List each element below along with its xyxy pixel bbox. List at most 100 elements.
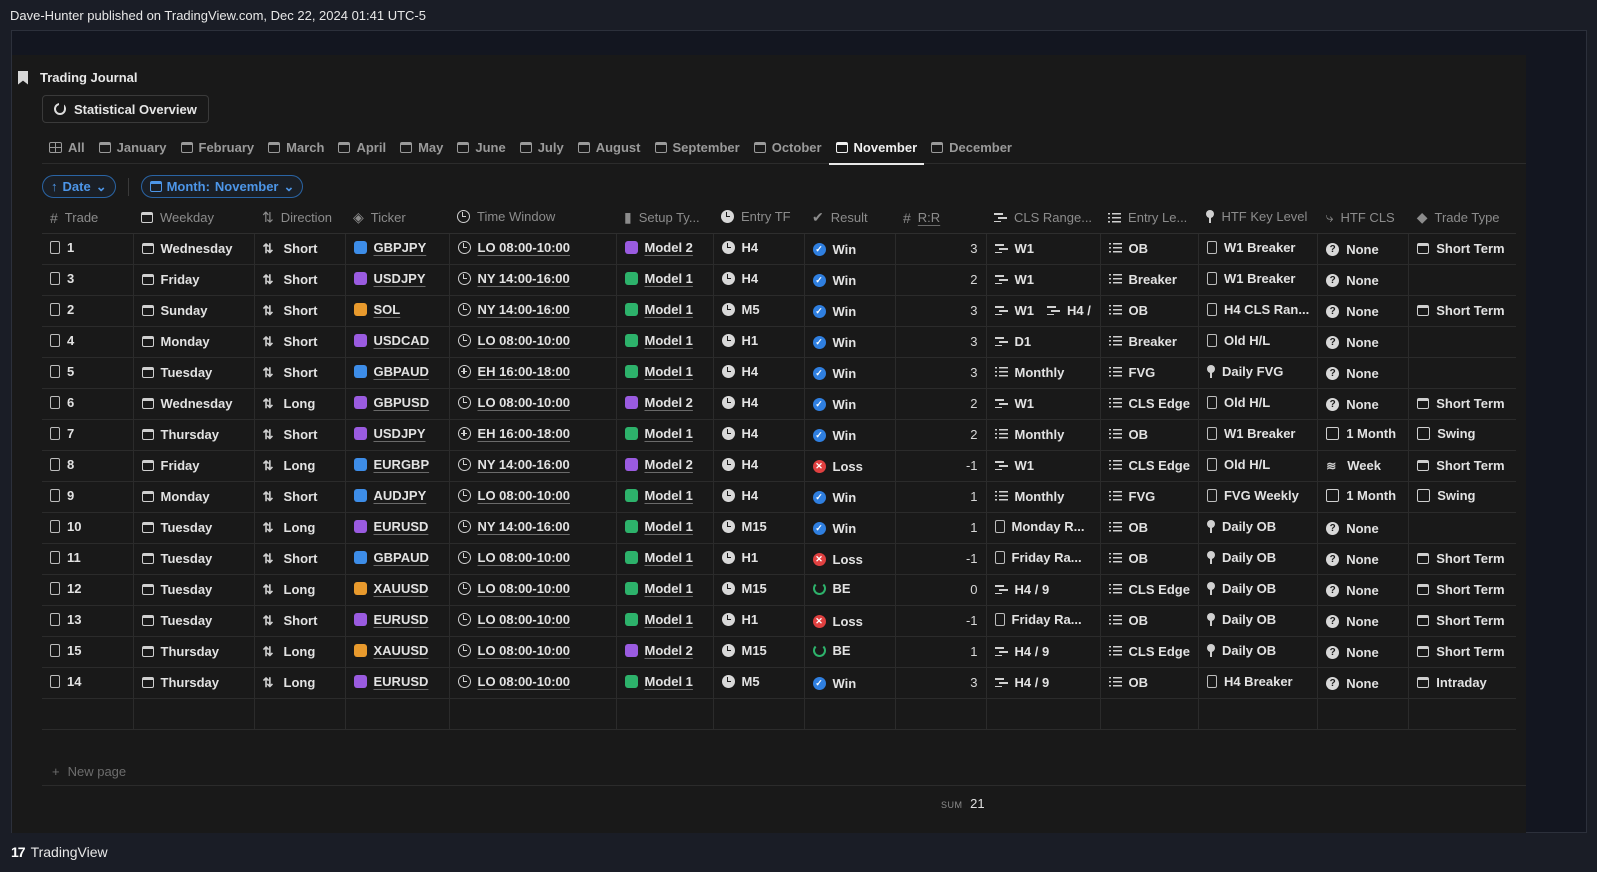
column-header[interactable]: ▮ Setup Ty... bbox=[616, 203, 713, 234]
column-header[interactable]: ⤷ HTF CLS bbox=[1317, 203, 1409, 234]
table-cell[interactable]: ⇅ Long bbox=[254, 388, 346, 420]
table-cell[interactable]: M15 bbox=[713, 636, 805, 668]
table-cell[interactable]: ≋ Week bbox=[1317, 450, 1410, 482]
table-cell[interactable]: ⇅ Long bbox=[254, 667, 346, 699]
table-cell[interactable]: Wednesday bbox=[133, 233, 255, 265]
table-cell[interactable]: H1 bbox=[713, 605, 805, 637]
table-cell[interactable]: Model 2 bbox=[616, 233, 714, 265]
table-cell[interactable]: FVG Weekly bbox=[1198, 481, 1319, 513]
table-cell[interactable]: ✕ Loss bbox=[804, 605, 896, 637]
table-row[interactable]: 5 Tuesday ⇅ Short GBPAUD EH 16:00-18:00 Model … bbox=[42, 357, 1516, 389]
table-cell[interactable] bbox=[1408, 357, 1516, 389]
table-cell[interactable]: Thursday bbox=[133, 419, 255, 451]
table-cell[interactable]: ⇅ Short bbox=[254, 605, 346, 637]
table-cell[interactable]: ? None bbox=[1317, 264, 1410, 296]
table-cell[interactable]: ✓ Win bbox=[804, 357, 896, 389]
table-cell[interactable]: Daily OB bbox=[1198, 543, 1319, 575]
table-cell[interactable]: H4 bbox=[713, 450, 805, 482]
table-cell[interactable]: 5 bbox=[42, 357, 134, 389]
rr-cell[interactable]: 3 bbox=[895, 357, 987, 389]
table-cell[interactable]: Model 1 bbox=[616, 605, 714, 637]
table-cell[interactable]: Model 1 bbox=[616, 295, 714, 327]
tab-november[interactable]: November bbox=[828, 132, 925, 165]
sort-date-chip[interactable]: ↑ Date ⌄ bbox=[42, 175, 116, 198]
table-cell[interactable]: Monday bbox=[133, 481, 255, 513]
month-filter-chip[interactable]: Month: November ⌄ bbox=[140, 175, 304, 198]
table-cell[interactable]: CLS Edge bbox=[1100, 636, 1199, 668]
table-cell[interactable]: LO 08:00-10:00 bbox=[449, 574, 617, 606]
table-cell[interactable]: OB bbox=[1100, 543, 1199, 575]
table-cell[interactable]: Short Term bbox=[1408, 450, 1516, 482]
table-cell[interactable]: NY 14:00-16:00 bbox=[449, 295, 617, 327]
new-page-button[interactable]: + New page bbox=[52, 764, 126, 779]
table-cell[interactable]: 9 bbox=[42, 481, 134, 513]
table-cell[interactable]: M15 bbox=[713, 512, 805, 544]
table-cell[interactable]: Model 1 bbox=[616, 481, 714, 513]
table-row[interactable]: 10 Tuesday ⇅ Long EURUSD NY 14:00-16:00 Model … bbox=[42, 512, 1516, 544]
table-row[interactable]: 9 Monday ⇅ Short AUDJPY LO 08:00-10:00 Model 1… bbox=[42, 481, 1516, 513]
table-cell[interactable]: OB bbox=[1100, 667, 1199, 699]
table-cell[interactable]: Model 1 bbox=[616, 419, 714, 451]
table-row[interactable]: 15 Thursday ⇅ Long XAUUSD LO 08:00-10:00 Model… bbox=[42, 636, 1516, 668]
table-cell[interactable]: ✓ Win bbox=[804, 419, 896, 451]
rr-cell[interactable]: -1 bbox=[895, 543, 987, 575]
table-cell[interactable]: NY 14:00-16:00 bbox=[449, 512, 617, 544]
table-cell[interactable]: EURUSD bbox=[345, 512, 450, 544]
table-row[interactable]: 6 Wednesday ⇅ Long GBPUSD LO 08:00-10:00 Model… bbox=[42, 388, 1516, 420]
tab-june[interactable]: June bbox=[450, 132, 512, 164]
table-cell[interactable]: H4 / 9 bbox=[986, 636, 1101, 668]
table-cell[interactable]: H4 bbox=[713, 419, 805, 451]
table-cell[interactable]: 15 bbox=[42, 636, 134, 668]
table-cell[interactable]: 10 bbox=[42, 512, 134, 544]
table-cell[interactable]: Monday bbox=[133, 326, 255, 358]
table-cell[interactable]: Daily OB bbox=[1198, 605, 1319, 637]
table-cell[interactable]: ? None bbox=[1317, 605, 1410, 637]
table-cell[interactable]: ⇅ Long bbox=[254, 574, 346, 606]
table-cell[interactable]: FVG bbox=[1100, 481, 1199, 513]
table-cell[interactable]: H4 / 9 bbox=[986, 667, 1101, 699]
table-cell[interactable]: H4 bbox=[713, 481, 805, 513]
table-cell[interactable]: EURUSD bbox=[345, 667, 450, 699]
table-cell[interactable]: LO 08:00-10:00 bbox=[449, 233, 617, 265]
table-cell[interactable]: XAUUSD bbox=[345, 636, 450, 668]
table-cell[interactable]: ⇅ Short bbox=[254, 543, 346, 575]
table-cell[interactable]: LO 08:00-10:00 bbox=[449, 636, 617, 668]
table-cell[interactable]: ✓ Win bbox=[804, 264, 896, 296]
rr-cell[interactable]: 3 bbox=[895, 667, 987, 699]
rr-cell[interactable]: 2 bbox=[895, 419, 987, 451]
column-header[interactable]: HTF Key Level bbox=[1198, 203, 1318, 234]
table-cell[interactable]: EH 16:00-18:00 bbox=[449, 419, 617, 451]
table-cell[interactable]: Friday Ra... bbox=[986, 605, 1101, 637]
table-cell[interactable]: Model 2 bbox=[616, 636, 714, 668]
tab-december[interactable]: December bbox=[924, 132, 1019, 164]
table-cell[interactable]: Friday Ra... bbox=[986, 543, 1101, 575]
table-cell[interactable]: W1 bbox=[986, 233, 1101, 265]
table-cell[interactable]: M5 bbox=[713, 667, 805, 699]
table-cell[interactable]: W1 H4 / bbox=[986, 295, 1101, 327]
table-cell[interactable]: ✓ Win bbox=[804, 295, 896, 327]
table-cell[interactable]: Daily FVG bbox=[1198, 357, 1319, 389]
table-cell[interactable]: OB bbox=[1100, 233, 1199, 265]
table-cell[interactable]: Old H/L bbox=[1198, 326, 1319, 358]
rr-cell[interactable]: 3 bbox=[895, 326, 987, 358]
table-cell[interactable]: ? None bbox=[1317, 295, 1410, 327]
column-header[interactable]: ◈ Ticker bbox=[345, 203, 449, 234]
table-row[interactable]: 3 Friday ⇅ Short USDJPY NY 14:00-16:00 Model 1… bbox=[42, 264, 1516, 296]
table-cell[interactable]: Model 1 bbox=[616, 264, 714, 296]
table-cell[interactable]: Sunday bbox=[133, 295, 255, 327]
column-header[interactable]: Entry Le... bbox=[1100, 203, 1199, 234]
column-header[interactable]: ⇅ Direction bbox=[254, 203, 345, 234]
table-cell[interactable]: Short Term bbox=[1408, 543, 1516, 575]
table-cell[interactable]: 1 Month bbox=[1317, 481, 1410, 513]
table-cell[interactable]: Tuesday bbox=[133, 605, 255, 637]
column-header[interactable]: # Trade bbox=[42, 203, 133, 234]
table-cell[interactable]: ? None bbox=[1317, 357, 1410, 389]
tab-may[interactable]: May bbox=[393, 132, 450, 164]
table-cell[interactable]: Short Term bbox=[1408, 605, 1516, 637]
table-cell[interactable]: Model 1 bbox=[616, 574, 714, 606]
table-cell[interactable]: USDJPY bbox=[345, 264, 450, 296]
table-cell[interactable]: ✓ Win bbox=[804, 667, 896, 699]
table-cell[interactable]: Swing bbox=[1408, 419, 1516, 451]
table-cell[interactable]: H1 bbox=[713, 543, 805, 575]
table-cell[interactable]: ⇅ Long bbox=[254, 512, 346, 544]
